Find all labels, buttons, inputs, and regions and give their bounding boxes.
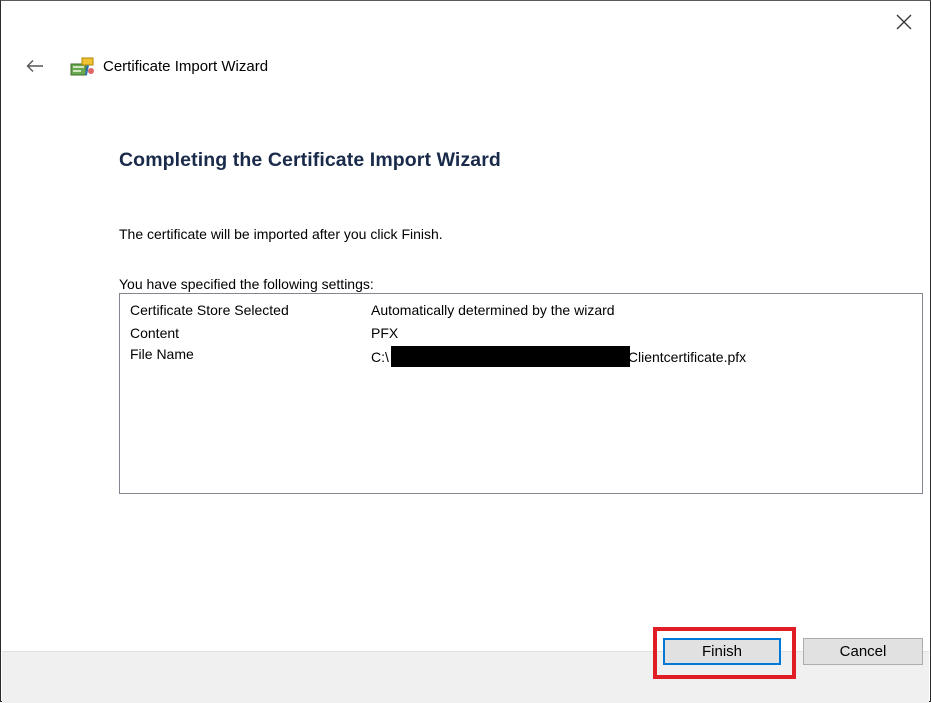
setting-key: File Name (130, 346, 194, 362)
setting-key: Content (130, 325, 180, 341)
setting-value: PFX (371, 325, 399, 341)
cancel-button[interactable]: Cancel (803, 638, 923, 665)
window-title: Certificate Import Wizard (103, 57, 269, 75)
wizard-window: Certificate Import Wizard Completing the… (0, 0, 931, 703)
setting-value: C:\ Clientcertificate.pfx (371, 346, 746, 367)
file-path-prefix: C:\ (371, 348, 389, 365)
setting-key: Certificate Store Selected (130, 302, 289, 318)
certificate-wizard-icon (70, 57, 94, 76)
redaction-bar (390, 346, 630, 367)
settings-list[interactable]: Certificate Store Selected Automatically… (119, 293, 923, 494)
finish-button[interactable]: Finish (663, 638, 781, 665)
wizard-header: Certificate Import Wizard (23, 53, 268, 79)
intro-text: The certificate will be imported after y… (119, 226, 443, 242)
setting-value: Automatically determined by the wizard (371, 302, 615, 318)
settings-label: You have specified the following setting… (119, 276, 374, 292)
page-heading: Completing the Certificate Import Wizard (119, 149, 501, 171)
back-arrow-icon (26, 60, 43, 72)
file-path-suffix: Clientcertificate.pfx (627, 348, 747, 365)
back-button[interactable] (23, 54, 47, 78)
close-button[interactable] (884, 3, 924, 41)
close-icon (896, 14, 912, 30)
